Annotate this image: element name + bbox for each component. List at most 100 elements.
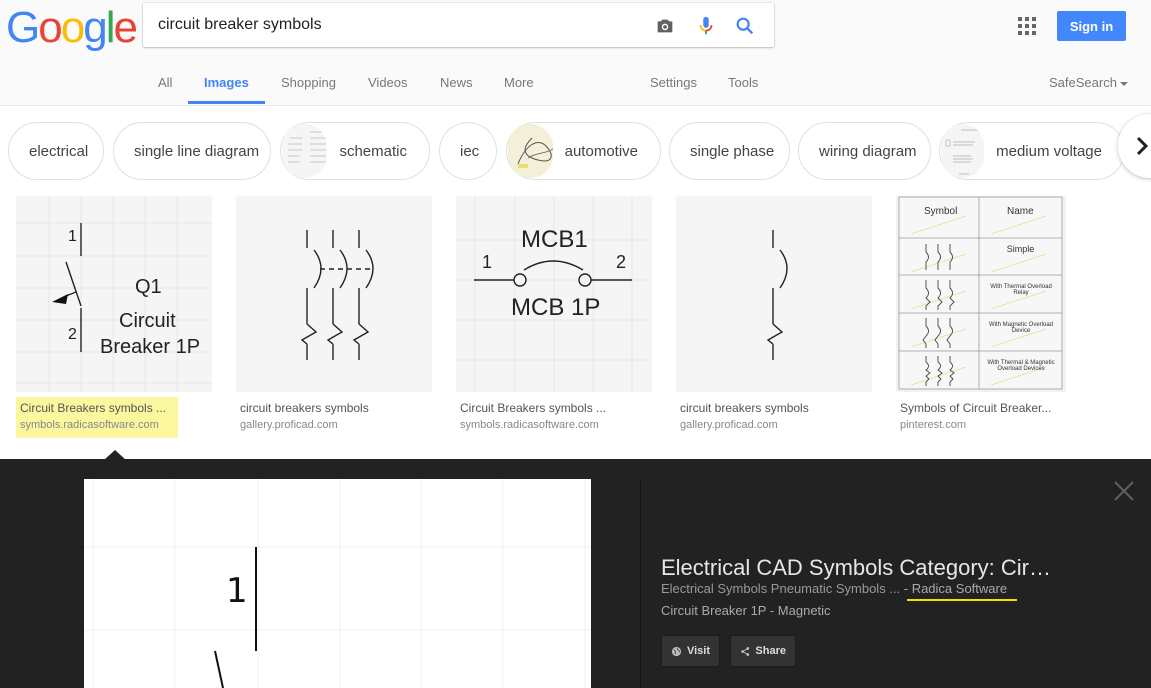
table-header: Symbol bbox=[924, 206, 958, 217]
search-icon[interactable] bbox=[734, 15, 756, 37]
header: Google circuit breaker symbols Sign in A… bbox=[0, 0, 1151, 106]
share-icon bbox=[741, 646, 750, 656]
result-thumbnail[interactable]: 1 2 Q1 Circuit Breaker 1P bbox=[16, 196, 212, 392]
chip-wiring-diagram[interactable]: wiring diagram bbox=[798, 122, 931, 180]
chip-thumbnail bbox=[941, 124, 985, 178]
chip-label: automotive bbox=[564, 142, 638, 160]
tab-shopping[interactable]: Shopping bbox=[281, 75, 336, 90]
image-results-grid: 1 2 Q1 Circuit Breaker 1P Circuit Breake… bbox=[0, 188, 1151, 460]
preview-subtitle-text: Electrical Symbols Pneumatic Symbols ... bbox=[661, 581, 904, 596]
result-site: gallery.proficad.com bbox=[240, 419, 338, 431]
tab-tools[interactable]: Tools bbox=[728, 75, 758, 90]
tab-settings[interactable]: Settings bbox=[650, 75, 697, 90]
table-cell: With Thermal Overload Relay bbox=[990, 284, 1052, 296]
caret-down-icon bbox=[1119, 81, 1128, 86]
diagram-label: MCB1 bbox=[521, 226, 588, 253]
safesearch-dropdown[interactable]: SafeSearch bbox=[1049, 75, 1128, 90]
chip-single-line-diagram[interactable]: single line diagram bbox=[113, 122, 271, 180]
chip-label: electrical bbox=[29, 142, 89, 160]
chip-medium-voltage[interactable]: medium voltage bbox=[939, 122, 1125, 180]
tab-all[interactable]: All bbox=[158, 75, 172, 90]
share-label: Share bbox=[755, 645, 786, 657]
chip-thumbnail bbox=[282, 124, 328, 178]
close-icon[interactable] bbox=[1112, 479, 1136, 503]
logo-letter: l bbox=[105, 3, 116, 52]
preview-source[interactable]: - Radica Software bbox=[904, 581, 1007, 596]
result-meta: Circuit Breakers symbols ... symbols.rad… bbox=[16, 397, 178, 438]
preview-description: Circuit Breaker 1P - Magnetic bbox=[661, 603, 831, 618]
result-thumbnail[interactable]: Symbol Name Simple With Thermal Overload… bbox=[896, 196, 1066, 392]
visit-label: Visit bbox=[686, 645, 710, 657]
result-title[interactable]: circuit breakers symbols bbox=[240, 400, 394, 417]
google-images-page: Google circuit breaker symbols Sign in A… bbox=[0, 0, 1151, 688]
image-preview-panel: 1 Electrical CAD Symbols Category: Circu… bbox=[0, 459, 1151, 688]
microphone-icon[interactable] bbox=[695, 15, 717, 37]
diagram-label: 2 bbox=[68, 326, 77, 343]
search-box bbox=[143, 3, 774, 47]
preview-title[interactable]: Electrical CAD Symbols Category: Circuit… bbox=[661, 555, 1051, 581]
preview-image[interactable]: 1 bbox=[84, 479, 591, 688]
google-logo[interactable]: Google bbox=[6, 3, 138, 52]
chip-thumbnail bbox=[508, 124, 553, 178]
share-button[interactable]: Share bbox=[730, 635, 796, 667]
chip-iec[interactable]: iec bbox=[439, 122, 497, 180]
diagram-label: MCB 1P bbox=[511, 294, 601, 321]
logo-letter: o bbox=[60, 3, 86, 52]
tab-videos[interactable]: Videos bbox=[368, 75, 408, 90]
result-thumbnail[interactable] bbox=[676, 196, 872, 392]
image-result[interactable]: circuit breakers symbols gallery.profica… bbox=[676, 196, 872, 438]
safesearch-label: SafeSearch bbox=[1049, 75, 1117, 90]
diagram-label: 1 bbox=[482, 252, 493, 272]
logo-letter: G bbox=[6, 3, 40, 52]
result-site: symbols.radicasoftware.com bbox=[460, 419, 599, 431]
result-title[interactable]: Circuit Breakers symbols ... bbox=[20, 400, 174, 417]
apps-grid-icon[interactable] bbox=[1018, 17, 1036, 35]
chip-label: iec bbox=[460, 142, 480, 160]
diagram-label: 2 bbox=[616, 252, 627, 272]
diagram-label: Breaker 1P bbox=[100, 336, 201, 358]
chip-label: single line diagram bbox=[134, 142, 260, 160]
tab-images[interactable]: Images bbox=[204, 75, 249, 90]
search-input[interactable] bbox=[158, 3, 638, 47]
tab-news[interactable]: News bbox=[440, 75, 473, 90]
table-cell: With Magnetic Overload Device bbox=[988, 322, 1054, 334]
diagram-label: Circuit bbox=[119, 310, 176, 332]
result-site: pinterest.com bbox=[900, 419, 967, 431]
table-cell: With Thermal & Magnetic Overload Devices bbox=[987, 360, 1055, 372]
search-tabs: All Images Shopping Videos News More Set… bbox=[0, 66, 1151, 106]
result-title[interactable]: Symbols of Circuit Breaker... bbox=[900, 400, 1054, 417]
preview-diagram-label: 1 bbox=[226, 571, 248, 611]
chevron-right-icon bbox=[1136, 136, 1149, 156]
chip-label: schematic bbox=[339, 142, 407, 160]
result-thumbnail[interactable]: MCB1 1 2 MCB 1P bbox=[456, 196, 652, 392]
chip-electrical[interactable]: electrical bbox=[8, 122, 104, 180]
tab-more[interactable]: More bbox=[504, 75, 534, 90]
sign-in-button[interactable]: Sign in bbox=[1057, 11, 1126, 41]
globe-icon bbox=[671, 646, 682, 656]
image-result[interactable]: circuit breakers symbols gallery.profica… bbox=[236, 196, 432, 438]
image-result[interactable]: Symbol Name Simple With Thermal Overload… bbox=[896, 196, 1066, 438]
chip-single-phase[interactable]: single phase bbox=[669, 122, 790, 180]
diagram-label: Q1 bbox=[135, 276, 162, 298]
result-title[interactable]: Circuit Breakers symbols ... bbox=[460, 400, 614, 417]
image-result[interactable]: 1 2 Q1 Circuit Breaker 1P Circuit Breake… bbox=[16, 196, 212, 438]
chip-automotive[interactable]: automotive bbox=[506, 122, 661, 180]
source-highlight-underline bbox=[907, 599, 1017, 601]
preview-subtitle: Electrical Symbols Pneumatic Symbols ...… bbox=[661, 581, 1007, 596]
chip-schematic[interactable]: schematic bbox=[280, 122, 430, 180]
chips-next-button[interactable] bbox=[1118, 114, 1151, 178]
result-meta: circuit breakers symbols gallery.profica… bbox=[676, 397, 838, 438]
result-site: gallery.proficad.com bbox=[680, 419, 778, 431]
result-thumbnail[interactable] bbox=[236, 196, 432, 392]
logo-letter: e bbox=[113, 3, 138, 52]
result-meta: Circuit Breakers symbols ... symbols.rad… bbox=[456, 397, 618, 438]
visit-button[interactable]: Visit bbox=[661, 635, 720, 667]
related-search-chips: electrical single line diagram schematic… bbox=[0, 106, 1151, 188]
diagram-label: 1 bbox=[68, 228, 77, 245]
table-header: Name bbox=[1007, 206, 1034, 217]
preview-divider bbox=[640, 479, 641, 688]
result-title[interactable]: circuit breakers symbols bbox=[680, 400, 834, 417]
image-result[interactable]: MCB1 1 2 MCB 1P Circuit Breakers symbols… bbox=[456, 196, 652, 438]
camera-icon[interactable] bbox=[654, 15, 676, 37]
chip-label: single phase bbox=[690, 142, 775, 160]
